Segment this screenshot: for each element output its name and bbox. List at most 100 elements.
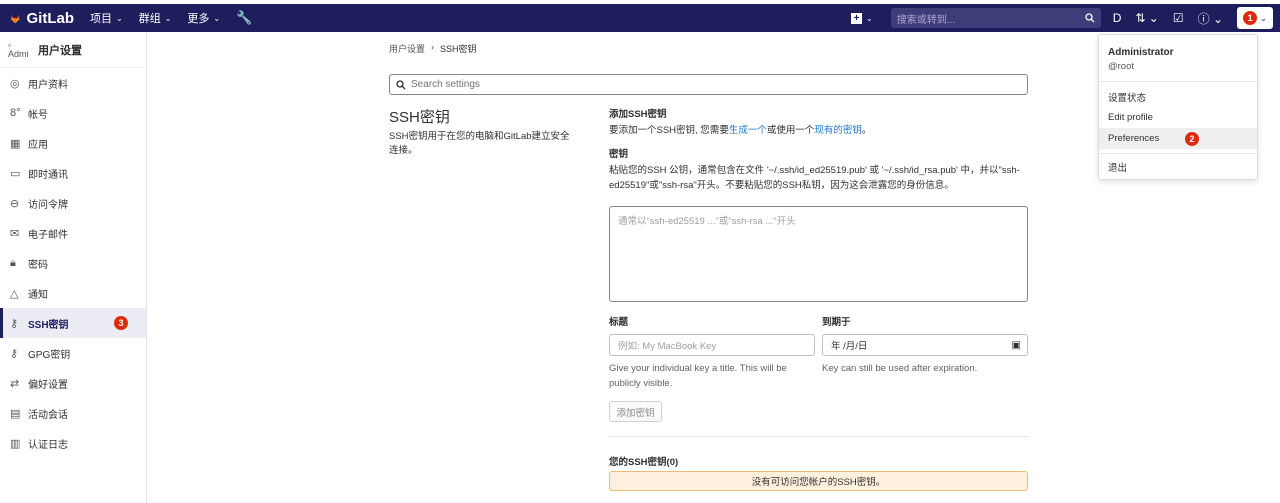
add-key-form: 添加SSH密钥 要添加一个SSH密钥, 您需要生成一个或使用一个现有的密钥。 密… [609,106,1028,491]
add-key-button[interactable]: 添加密钥 [609,401,662,422]
nav-projects[interactable]: 项目 ⌄ [90,10,123,26]
brand-name: GitLab [26,9,75,27]
dropdown-item-set-status[interactable]: 设置状态 [1099,86,1257,107]
sidebar-item-label: 电子邮件 [28,229,68,241]
sidebar-items: ◎ 用户资料 8° 帐号 ▦ 应用 ▭ 即时通讯 ⊖ 访问令牌 ✉ 电子邮件 🔒︎ 密码 △ 通知 ⚷ SSH密钥… [0,68,146,458]
intro-mid: 或使用一个 [766,125,815,136]
edit-profile-label: Edit profile [1108,112,1153,123]
breadcrumb-parent[interactable]: 用户设置 [389,42,425,55]
sidebar-item[interactable]: ⚷ SSH密钥 3 [0,308,146,338]
sidebar-item-label: 访问令牌 [28,199,68,211]
nav-projects-label: 项目 [90,13,112,25]
step-badge: 3 [114,316,128,330]
breadcrumb-separator: › [431,42,435,52]
add-key-heading: 添加SSH密钥 [609,109,667,120]
generate-key-link[interactable]: 生成一个 [729,125,767,136]
key-placeholder: 通常以"ssh-ed25519 ..."或"ssh-rsa ..."开头 [618,216,796,227]
title-help-text: Give your individual key a title. This w… [609,363,787,389]
issues-icon[interactable]: D [1113,11,1122,25]
bell-icon: △ [10,287,19,300]
chevron-down-icon: ⌄ [1260,13,1267,23]
expires-value: 年 /月/日 [831,341,868,352]
sidebar-item-label: GPG密钥 [28,349,71,361]
search-placeholder: 搜索或转到... [896,14,956,26]
calendar-icon[interactable]: ▣ [1012,340,1021,351]
key-icon: ⚷ [10,317,19,330]
admin-wrench-icon[interactable]: 🔧 [236,10,252,26]
sidebar-item[interactable]: 8° 帐号 [0,98,146,128]
sidebar-item[interactable]: ▦ 应用 [0,128,146,158]
merge-requests-icon[interactable]: ⇅ ⌄ [1135,11,1158,25]
section-description: SSH密钥用于在您的电脑和GitLab建立安全连接。 [389,131,570,156]
sidebar-item[interactable]: ◎ 用户资料 [0,68,146,98]
expires-field-group: 到期于 年 /月/日 ▣ Key can still be used after … [822,314,1028,376]
help-icon[interactable]: ⓘ ⌄ [1198,10,1223,27]
dropdown-username: @root [1108,61,1135,72]
sidebar-item-label: 活动会话 [28,409,68,421]
applications-icon: ▦ [10,137,21,150]
monitor-icon: ▤ [10,407,21,420]
dropdown-item-preferences[interactable]: Preferences 2 [1099,128,1257,149]
title-label: 标题 [609,317,629,328]
intro-prefix: 要添加一个SSH密钥, 您需要 [609,125,729,136]
key-textarea[interactable]: 通常以"ssh-ed25519 ..."或"ssh-rsa ..."开头 [609,206,1028,302]
sidebar-item[interactable]: ⚷ GPG密钥 [0,338,146,368]
title-placeholder: 例如: My MacBook Key [618,341,717,352]
log-icon: ▥ [10,437,21,450]
title-field-group: 标题 例如: My MacBook Key Give your individu… [609,314,815,391]
sidebar-item[interactable]: ✉ 电子邮件 [0,218,146,248]
new-dropdown-button[interactable]: + ⌄ [851,12,873,24]
gitlab-logo[interactable]: GitLab [10,10,74,27]
sidebar-item-label: 即时通讯 [28,169,68,181]
divider [1099,153,1257,154]
nav-more[interactable]: 更多 ⌄ [187,10,220,26]
plus-icon: + [851,12,863,24]
divider [1099,81,1257,82]
avatar-alt: Admi [8,48,29,59]
search-icon [396,79,406,89]
settings-search-placeholder: Search settings [411,79,480,90]
expires-date-input[interactable]: 年 /月/日 ▣ [822,334,1028,356]
nav-groups[interactable]: 群组 ⌄ [139,10,172,26]
sidebar-item[interactable]: ⊖ 访问令牌 [0,188,146,218]
step-badge: 2 [1185,132,1199,146]
chevron-down-icon: ⌄ [866,13,873,23]
expires-label: 到期于 [822,317,851,328]
set-status-label: 设置状态 [1108,92,1147,104]
page-title: SSH密钥 [389,109,450,126]
nav-more-label: 更多 [187,13,210,25]
add-key-intro: 要添加一个SSH密钥, 您需要生成一个或使用一个现有的密钥。 [609,123,1028,138]
settings-sidebar: ▫ Admi 用户设置 ◎ 用户资料 8° 帐号 ▦ 应用 ▭ 即时通讯 ⊖ 访问令牌 ✉ 电子邮件 🔒︎… [0,32,147,503]
preferences-label: Preferences [1108,133,1160,144]
todos-icon[interactable]: ☑ [1173,11,1184,25]
chevron-down-icon: ⌄ [164,13,172,23]
breadcrumb-current: SSH密钥 [440,44,477,54]
settings-search-input[interactable]: Search settings [389,74,1028,95]
chevron-down-icon: ⌄ [213,13,221,23]
sidebar-item[interactable]: ⇄ 偏好设置 [0,368,146,398]
search-icon [1085,13,1095,23]
sidebar-item[interactable]: △ 通知 [0,278,146,308]
dropdown-item-edit-profile[interactable]: Edit profile [1099,107,1257,128]
expires-help-text: Key can still be used after expiration. [822,363,978,374]
tanuki-icon [10,14,20,23]
dropdown-user-name[interactable]: Administrator [1099,47,1257,58]
dropdown-item-sign-out[interactable]: 退出 [1099,156,1257,177]
sidebar-item-label: 偏好设置 [28,379,68,391]
top-navbar: GitLab 项目 ⌄ 群组 ⌄ 更多 ⌄ 🔧 + ⌄ 搜索或转到... D ⇅ ⌄ ☑… [0,4,1280,32]
global-search-input[interactable]: 搜索或转到... [890,8,1101,28]
sidebar-item[interactable]: ▭ 即时通讯 [0,158,146,188]
divider [609,436,1028,437]
user-menu-button[interactable]: 1 ⌄ [1237,7,1273,29]
nav-groups-label: 群组 [138,13,161,25]
sidebar-item[interactable]: 🔒︎ 密码 [0,248,146,278]
breadcrumb: 用户设置 › SSH密钥 [389,42,477,55]
existing-key-link[interactable]: 现有的密钥 [814,125,862,136]
sidebar-header: ▫ Admi 用户设置 [0,32,146,68]
sidebar-item[interactable]: ▥ 认证日志 [0,428,146,458]
account-icon: 8° [10,107,21,119]
lock-icon: 🔒︎ [10,256,16,269]
title-input[interactable]: 例如: My MacBook Key [609,334,815,356]
sidebar-item[interactable]: ▤ 活动会话 [0,398,146,428]
chevron-down-icon: ⌄ [116,13,123,23]
